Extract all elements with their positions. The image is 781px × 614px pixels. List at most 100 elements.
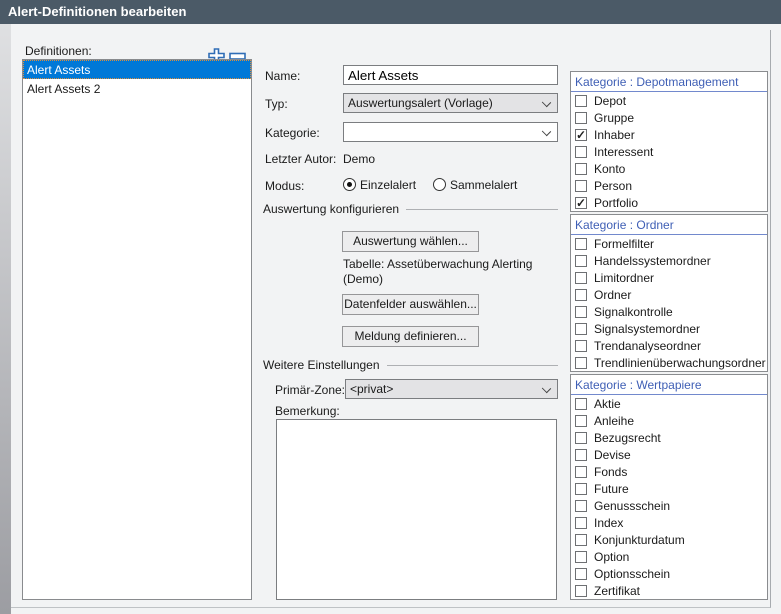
checkbox-checked-icon[interactable] [575,197,587,209]
checkbox-label: Depot [594,94,626,108]
modus-radio-einzelalert[interactable]: Einzelalert [343,178,416,192]
letzter-autor-value: Demo [343,152,375,166]
category-checkbox-row[interactable]: Handelssystemordner [571,252,767,269]
checkbox-icon[interactable] [575,568,587,580]
auswertung-group-header: Auswertung konfigurieren [263,202,558,216]
checkbox-icon[interactable] [575,340,587,352]
checkbox-label: Ordner [594,288,631,302]
category-checkbox-row[interactable]: Portfolio [571,194,767,211]
category-checkbox-row[interactable]: Optionsschein [571,565,767,582]
checkbox-label: Future [594,482,629,496]
checkbox-checked-icon[interactable] [575,129,587,141]
chevron-down-icon [542,127,551,136]
checkbox-label: Limitordner [594,271,654,285]
category-checkbox-row[interactable]: Interessent [571,143,767,160]
modus-radio-sammelalert[interactable]: Sammelalert [433,178,517,192]
definitions-label: Definitionen: [25,44,92,58]
category-checkbox-row[interactable]: Konto [571,160,767,177]
definitions-list[interactable]: Alert AssetsAlert Assets 2 [22,59,252,600]
category-checkbox-row[interactable]: Signalsystemordner [571,320,767,337]
category-checkbox-row[interactable]: Trendanalyseordner [571,337,767,354]
checkbox-icon[interactable] [575,357,587,369]
checkbox-icon[interactable] [575,449,587,461]
datenfelder-auswaehlen-button[interactable]: Datenfelder auswählen... [342,294,479,315]
checkbox-icon[interactable] [575,500,587,512]
primaer-zone-select[interactable]: <privat> [345,379,558,399]
category-checkbox-row[interactable]: Anleihe [571,412,767,429]
checkbox-icon[interactable] [575,466,587,478]
category-checkbox-row[interactable]: Gruppe [571,109,767,126]
checkbox-icon[interactable] [575,398,587,410]
checkbox-label: Konjunkturdatum [594,533,685,547]
checkbox-icon[interactable] [575,517,587,529]
checkbox-label: Inhaber [594,128,635,142]
checkbox-label: Portfolio [594,196,638,210]
checkbox-label: Index [594,516,623,530]
bemerkung-textarea[interactable] [276,419,557,600]
category-section: Kategorie : Wertpapiere Aktie AnleiheBezug… [570,374,768,600]
checkbox-icon[interactable] [575,255,587,267]
checkbox-icon[interactable] [575,163,587,175]
meldung-definieren-button[interactable]: Meldung definieren... [342,326,479,347]
kategorie-select[interactable] [343,122,558,142]
category-checkbox-row[interactable]: Konjunkturdatum [571,531,767,548]
checkbox-icon[interactable] [575,415,587,427]
checkbox-icon[interactable] [575,432,587,444]
category-checkbox-row[interactable]: Aktie [571,395,767,412]
weitere-group-title: Weitere Einstellungen [263,358,380,372]
checkbox-label: Anleihe [594,414,634,428]
checkbox-icon[interactable] [575,146,587,158]
category-header: Kategorie : Wertpapiere [571,375,767,395]
letzter-autor-label: Letzter Autor: [265,152,336,166]
checkbox-label: Trendlinienüberwachungsordner [594,356,766,370]
checkbox-label: Zertifikat [594,584,640,598]
category-checkbox-row[interactable]: Person [571,177,767,194]
group-rule [387,365,558,366]
category-checkbox-row[interactable]: Zertifikat [571,582,767,599]
checkbox-label: Genussschein [594,499,670,513]
checkbox-icon[interactable] [575,289,587,301]
category-checkbox-row[interactable]: Index [571,514,767,531]
category-checkbox-row[interactable]: Genussschein [571,497,767,514]
tabelle-info: Tabelle: Assetüberwachung Alerting (Demo… [343,257,555,287]
list-item[interactable]: Alert Assets 2 [23,79,251,98]
category-checkbox-row[interactable]: Depot [571,92,767,109]
checkbox-icon[interactable] [575,483,587,495]
checkbox-icon[interactable] [575,534,587,546]
category-checkbox-row[interactable]: Future [571,480,767,497]
name-label: Name: [265,69,300,83]
typ-select[interactable]: Auswertungsalert (Vorlage) [343,93,558,113]
checkbox-icon[interactable] [575,95,587,107]
category-checkbox-row[interactable]: Ordner [571,286,767,303]
checkbox-icon[interactable] [575,112,587,124]
auswertung-waehlen-button[interactable]: Auswertung wählen... [342,231,479,252]
checkbox-icon[interactable] [575,306,587,318]
category-checkbox-row[interactable]: Limitordner [571,269,767,286]
category-checkbox-row[interactable]: Formelfilter [571,235,767,252]
category-checkbox-row[interactable]: Signalkontrolle [571,303,767,320]
category-checkbox-row[interactable]: Fonds [571,463,767,480]
radio-icon [433,178,446,191]
category-checkbox-row[interactable]: Bezugsrecht [571,429,767,446]
checkbox-icon[interactable] [575,585,587,597]
checkbox-icon[interactable] [575,238,587,250]
category-checkbox-row[interactable]: Trendlinienüberwachungsordner [571,354,767,371]
category-checkbox-row[interactable]: Inhaber [571,126,767,143]
checkbox-icon[interactable] [575,323,587,335]
category-checkbox-row[interactable]: Option [571,548,767,565]
window-edge-shade [0,24,11,614]
checkbox-label: Devise [594,448,631,462]
radio-label: Sammelalert [450,178,517,192]
category-checkbox-row[interactable]: Devise [571,446,767,463]
checkbox-icon[interactable] [575,272,587,284]
category-header: Kategorie : Depotmanagement [571,72,767,92]
dialog-title: Alert-Definitionen bearbeiten [0,0,781,24]
checkbox-icon[interactable] [575,180,587,192]
name-input[interactable] [343,65,558,85]
radio-label: Einzelalert [360,178,416,192]
typ-select-value: Auswertungsalert (Vorlage) [348,96,493,110]
checkbox-label: Aktie [594,397,621,411]
list-item[interactable]: Alert Assets [23,60,251,79]
checkbox-icon[interactable] [575,551,587,563]
primaer-zone-value: <privat> [350,382,393,396]
